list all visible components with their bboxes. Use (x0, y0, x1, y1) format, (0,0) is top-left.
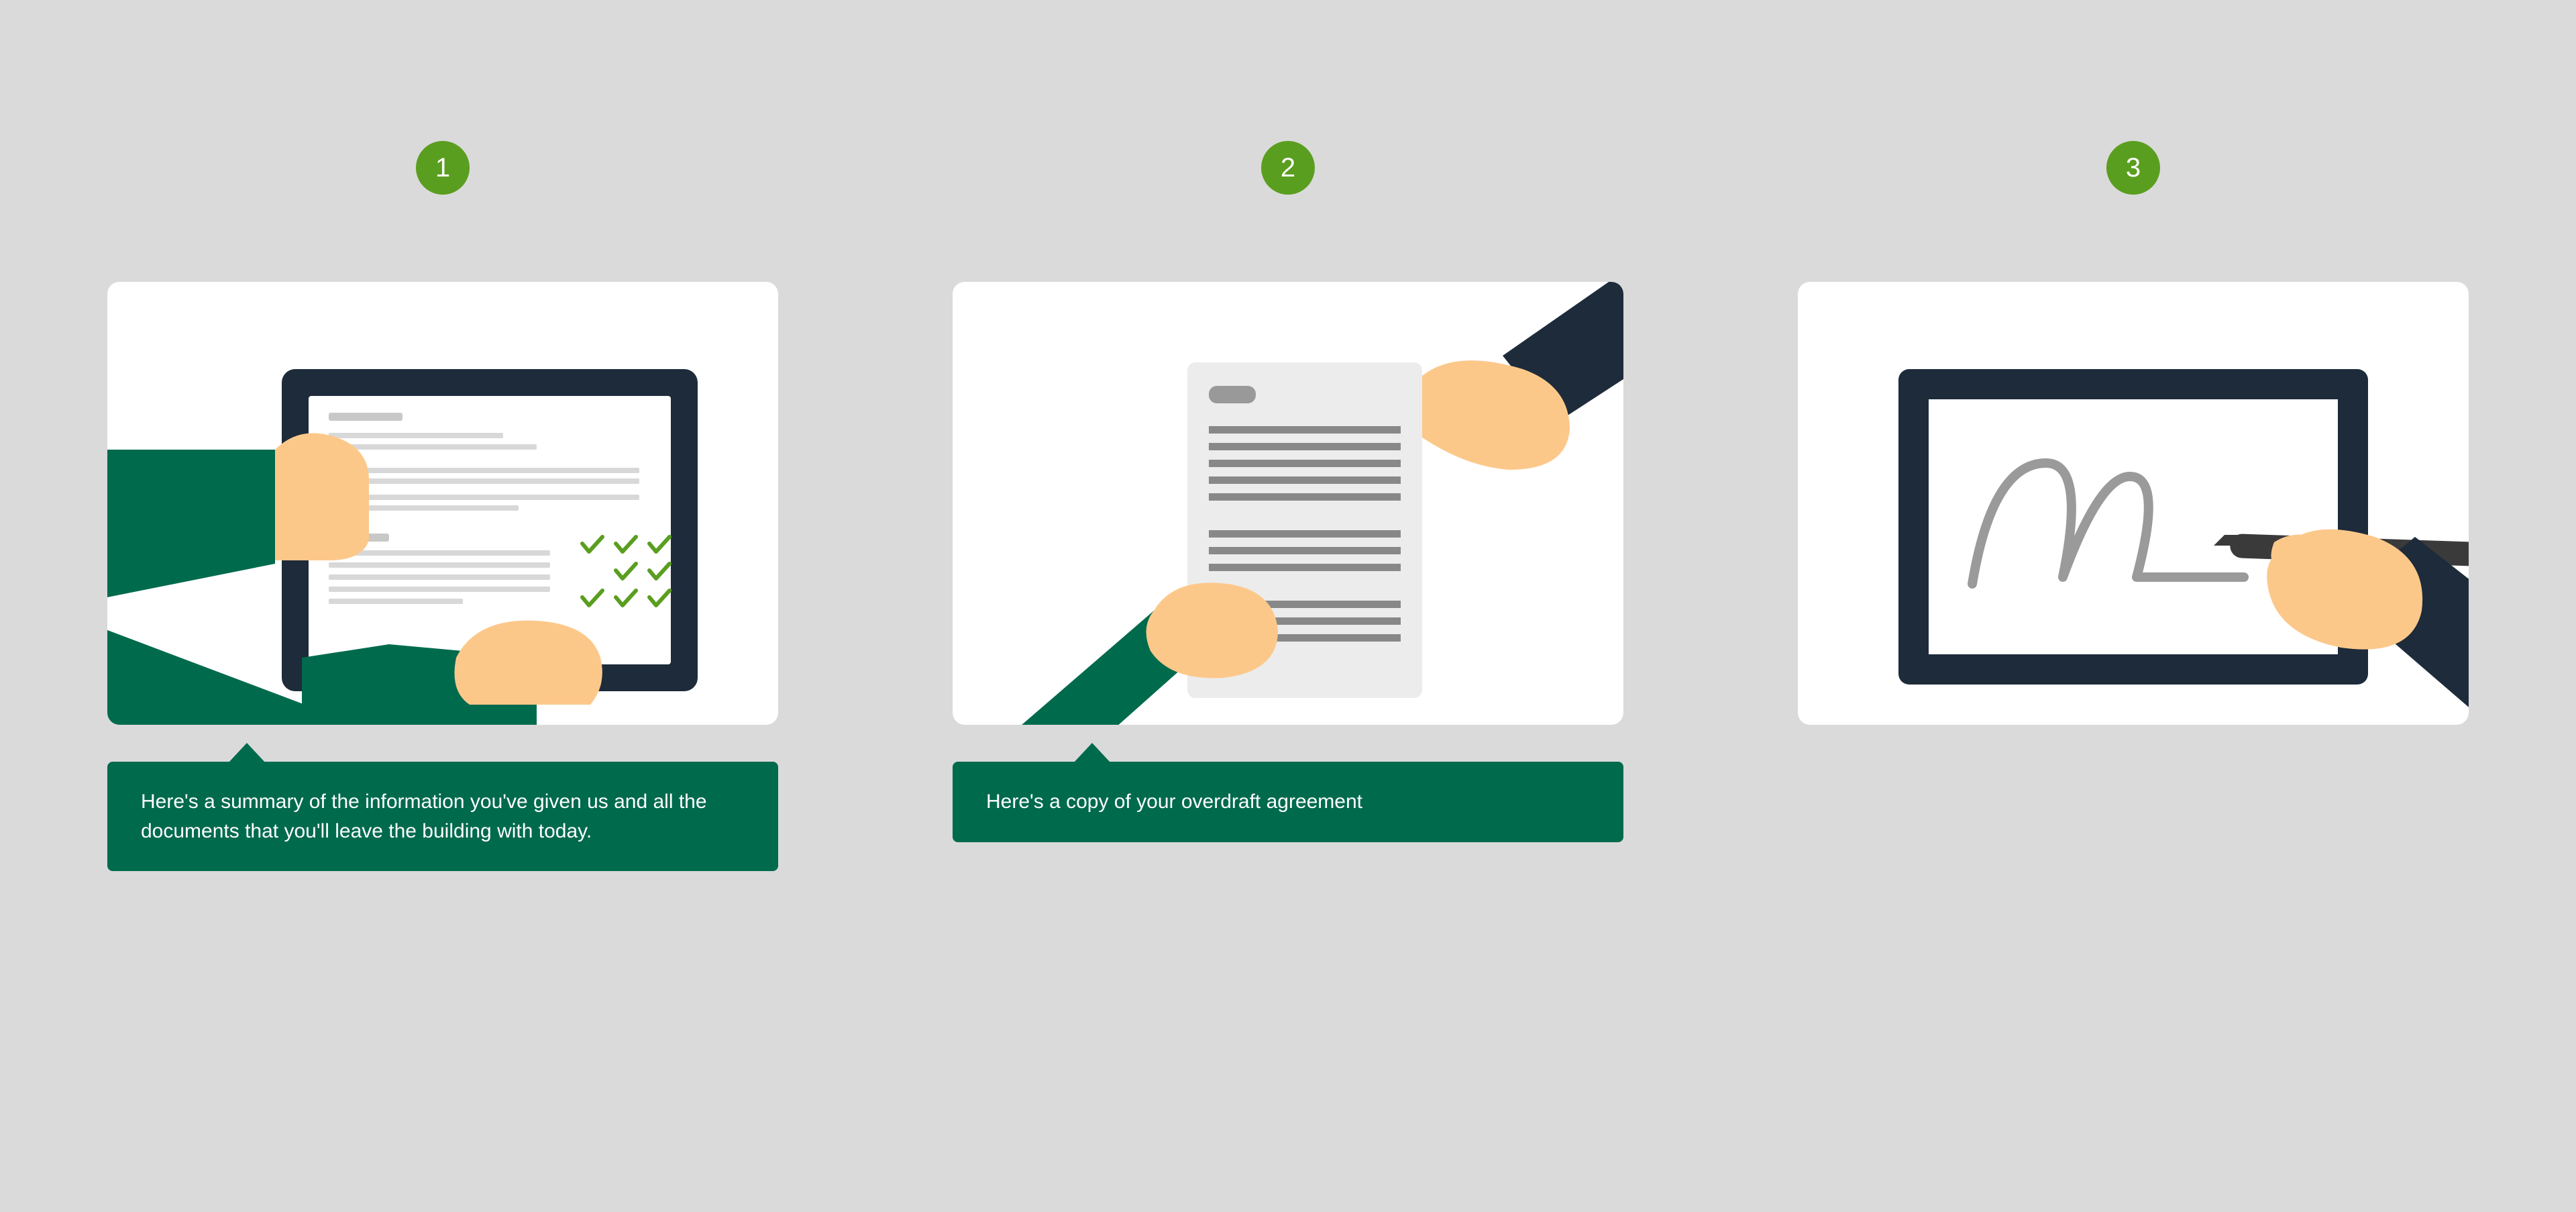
step-card-3 (1798, 282, 2469, 725)
step-1: 1 (107, 141, 778, 871)
tablet-signature-icon (1798, 282, 2469, 725)
step-card-1 (107, 282, 778, 725)
step-3: 3 (1798, 141, 2469, 725)
step-card-2 (953, 282, 1623, 725)
tablet-summary-icon (107, 282, 778, 725)
step-caption-2: Here's a copy of your overdraft agreemen… (953, 762, 1623, 842)
step-caption-1: Here's a summary of the information you'… (107, 762, 778, 871)
document-handover-icon (953, 282, 1623, 725)
step-2: 2 (953, 141, 1623, 842)
step-badge-3: 3 (2106, 141, 2160, 195)
steps-container: 1 (107, 141, 2469, 871)
step-badge-1: 1 (416, 141, 470, 195)
step-badge-2: 2 (1261, 141, 1315, 195)
